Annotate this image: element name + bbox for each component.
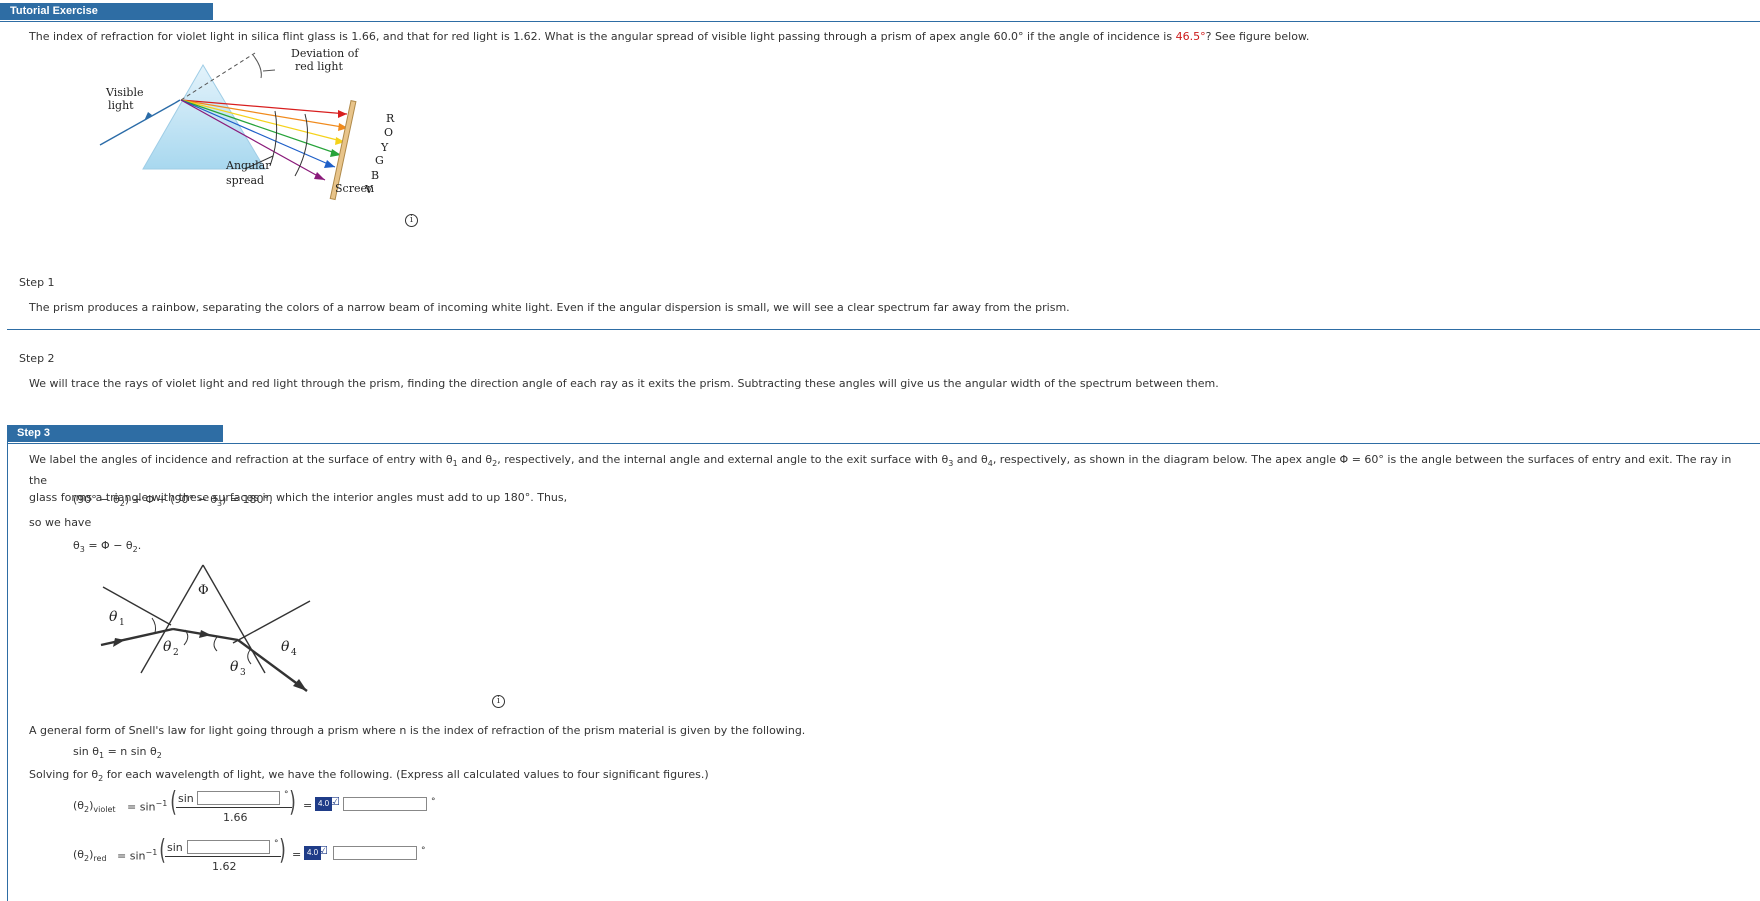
eq-part: (θ: [73, 848, 85, 861]
step-2-label: Step 2: [19, 352, 55, 365]
violet-sin-label: sin: [178, 792, 194, 805]
check-icon: ☑: [330, 795, 340, 808]
step-2-text: We will trace the rays of violet light a…: [29, 377, 1219, 390]
violet-angle-input[interactable]: [197, 791, 280, 805]
paren-right: ): [289, 785, 296, 818]
solving-text: Solving for θ2 for each wavelength of li…: [29, 768, 709, 783]
sup: −1: [155, 799, 168, 808]
eq-part: Solving for θ: [29, 768, 99, 781]
label-sub1: 1: [119, 618, 125, 628]
prism-angles-figure: θ 1 θ 2 θ 3 θ 4 Φ: [100, 564, 311, 692]
label-theta1: θ: [109, 609, 118, 625]
color-v: V: [364, 183, 374, 196]
theta3-equation: θ3 = Φ − θ2.: [73, 539, 141, 554]
violet-arcsin: = sin−1: [127, 799, 167, 814]
red-sin-label: sin: [167, 841, 183, 854]
incidence-value: 46.5°: [1175, 30, 1206, 43]
prism-dispersion-figure: Visible light Deviation of red light Ang…: [99, 48, 395, 201]
intro-part: , respectively, and the internal angle a…: [497, 453, 949, 466]
snell-equation: sin θ1 = n sin θ2: [73, 745, 162, 760]
degree-symbol: °: [431, 797, 436, 807]
eq-part: (θ: [73, 799, 85, 812]
fraction-line: [165, 856, 281, 857]
label-theta4: θ: [281, 639, 290, 655]
label-phi: Φ: [198, 583, 209, 598]
red-denominator: 1.62: [212, 860, 237, 873]
label-angular: Angular: [225, 159, 271, 172]
degree-symbol: °: [421, 846, 426, 856]
problem-text-end: ? See figure below.: [1205, 30, 1310, 43]
label-sub2: 2: [173, 648, 179, 658]
intro-part: We label the angles of incidence and ref…: [29, 453, 453, 466]
eq-part: = n sin θ: [104, 745, 157, 758]
snell-intro: A general form of Snell's law for light …: [29, 724, 806, 737]
sub: 2: [156, 751, 162, 761]
violet-denominator: 1.66: [223, 811, 248, 824]
violet-lhs: (θ2)violet: [73, 799, 116, 814]
info-icon[interactable]: i: [492, 695, 505, 708]
label-spread: spread: [226, 174, 264, 187]
paren-left: (: [170, 785, 177, 818]
label-theta2: θ: [163, 639, 172, 655]
step-1-label: Step 1: [19, 276, 55, 289]
intro-part: and θ: [953, 453, 988, 466]
step-1-text: The prism produces a rainbow, separating…: [29, 301, 1070, 314]
color-r: R: [386, 112, 395, 125]
sub-violet: violet: [93, 805, 116, 815]
paren-left: (: [159, 833, 166, 866]
so-we-have: so we have: [29, 516, 92, 529]
info-icon[interactable]: i: [405, 214, 418, 227]
equals: =: [303, 799, 313, 812]
eq-part: = Φ − θ: [84, 539, 133, 552]
color-o: O: [384, 126, 393, 139]
check-icon: ☑: [318, 844, 328, 857]
eq-part: = sin: [117, 849, 146, 863]
label-sub3: 3: [240, 668, 246, 678]
tutorial-header: Tutorial Exercise: [0, 3, 1760, 22]
tutorial-title: Tutorial Exercise: [0, 3, 213, 20]
label-sub4: 4: [291, 648, 297, 658]
problem-statement: The index of refraction for violet light…: [29, 30, 1729, 43]
eq-part: ) = 180°,: [222, 493, 273, 506]
intro-part: and θ: [457, 453, 493, 466]
label-deviation-1: Deviation of: [291, 48, 359, 60]
sup: −1: [145, 848, 158, 857]
color-g: G: [375, 154, 384, 167]
eq-part: = sin: [127, 800, 156, 814]
fraction-line: [176, 807, 292, 808]
eq-part: ) + Φ + (90° − θ: [124, 493, 217, 506]
label-deviation-2: red light: [295, 60, 343, 73]
step-3-intro: We label the angles of incidence and ref…: [29, 451, 1744, 506]
eq-part: sin θ: [73, 745, 99, 758]
degree-symbol: °: [274, 839, 279, 849]
divider: [7, 329, 1760, 330]
problem-text: The index of refraction for violet light…: [29, 30, 1176, 43]
violet-answer-input[interactable]: [343, 797, 427, 811]
red-angle-input[interactable]: [187, 840, 270, 854]
eq-part: (90° − θ: [73, 493, 120, 506]
degree-symbol: °: [284, 790, 289, 800]
color-y: Y: [380, 141, 389, 154]
red-lhs: (θ2)red: [73, 848, 107, 863]
label-visible: Visible: [105, 86, 144, 99]
red-answer-input[interactable]: [333, 846, 417, 860]
eq-part: for each wavelength of light, we have th…: [103, 768, 709, 781]
red-arcsin: = sin−1: [117, 848, 157, 863]
equals: =: [292, 848, 302, 861]
triangle-equation: (90° − θ2) + Φ + (90° − θ3) = 180°,: [73, 493, 273, 508]
label-theta3: θ: [230, 659, 239, 675]
sub-red: red: [93, 854, 107, 864]
paren-right: ): [279, 833, 286, 866]
eq-part: .: [137, 539, 142, 552]
eq-part: θ: [73, 539, 80, 552]
label-light: light: [108, 99, 134, 112]
color-b: B: [371, 169, 379, 182]
